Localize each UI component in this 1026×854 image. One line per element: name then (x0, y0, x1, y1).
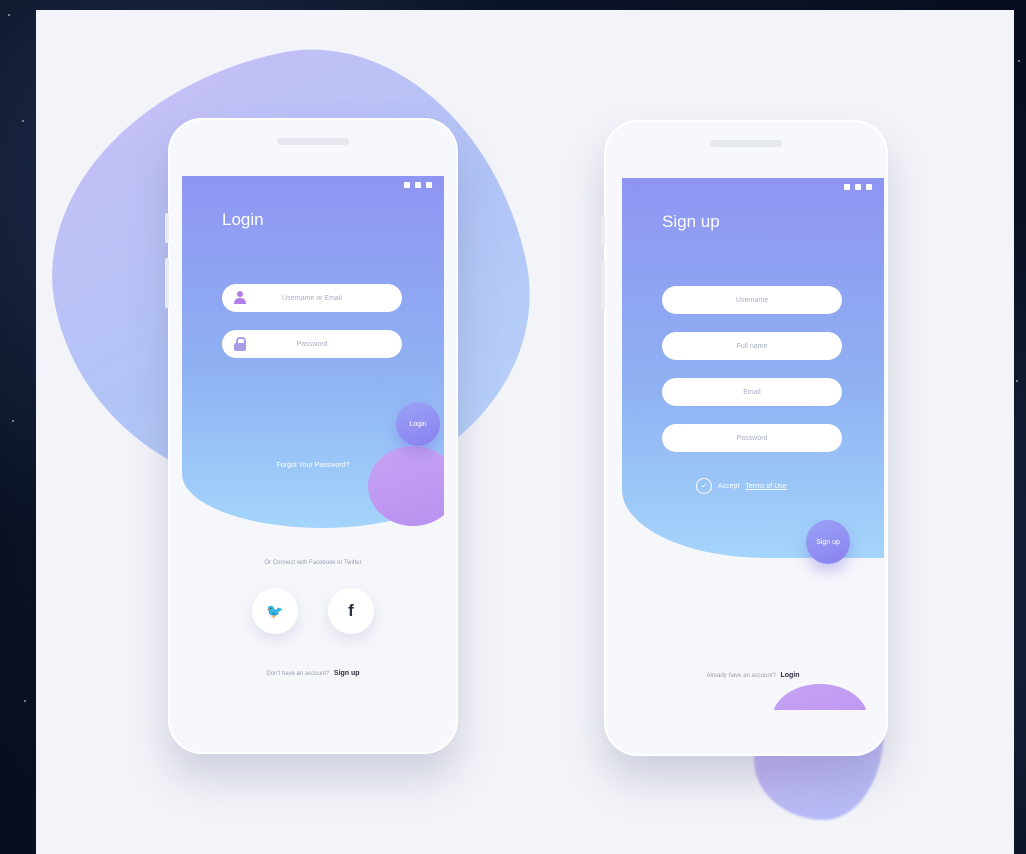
twitter-icon: 🐦 (266, 602, 284, 619)
login-prompt-text: Already have an account? (706, 673, 776, 679)
fullname-field[interactable]: Full name (662, 332, 842, 360)
phone-speaker (710, 140, 782, 147)
twitter-button[interactable]: 🐦 (252, 588, 298, 634)
phone-login: Login Username or Email Password Login F… (165, 118, 458, 754)
terms-of-use-link[interactable]: Terms of Use (745, 483, 786, 490)
purple-accent-shape (772, 684, 868, 710)
signup-button-label: Sign up (816, 538, 840, 546)
login-link[interactable]: Login (781, 672, 800, 679)
signup-header-gradient (622, 178, 884, 558)
fullname-placeholder: Full name (736, 342, 768, 350)
star (1018, 60, 1020, 62)
check-circle-icon[interactable]: ✓ (696, 478, 712, 494)
phone-side-button (165, 213, 169, 243)
signup-prompt: Don't have an account? Sign up (182, 670, 444, 677)
star (12, 420, 14, 422)
wifi-icon (404, 182, 410, 188)
login-button-label: Login (409, 420, 427, 428)
signup-screen: Sign up Username Full name Email Passwor… (622, 178, 884, 710)
phone-side-button (601, 215, 605, 245)
username-field[interactable]: Username or Email (222, 284, 402, 312)
login-button[interactable]: Login (396, 402, 440, 446)
password-field[interactable]: Password (222, 330, 402, 358)
signal-icon (415, 182, 421, 188)
facebook-icon: f (348, 601, 354, 620)
signal-icon (855, 184, 861, 190)
social-caption: Or Connect with Facebook or Twitter (264, 560, 362, 566)
signup-prompt-text: Don't have an account? (266, 671, 330, 677)
email-placeholder: Email (743, 388, 761, 396)
forgot-password-link[interactable]: Forgot Your Password? (182, 462, 444, 469)
wifi-icon (844, 184, 850, 190)
star (22, 120, 24, 122)
status-bar (844, 184, 872, 190)
signup-link[interactable]: Sign up (334, 670, 360, 677)
dribbble-shot-canvas: Login Username or Email Password Login F… (36, 10, 1014, 854)
star (8, 14, 10, 16)
star (24, 700, 26, 702)
email-field[interactable]: Email (662, 378, 842, 406)
login-title: Login (222, 210, 264, 229)
username-placeholder: Username (735, 296, 769, 304)
signup-title: Sign up (662, 212, 720, 231)
login-screen: Login Username or Email Password Login F… (182, 176, 444, 694)
battery-icon (866, 184, 872, 190)
accept-prefix: Accept (718, 482, 740, 490)
lock-icon (234, 337, 246, 351)
password-placeholder: Password (736, 434, 768, 442)
accept-terms[interactable]: ✓ Accept Terms of Use (696, 478, 787, 494)
login-prompt: Already have an account? Login (622, 672, 884, 679)
facebook-button[interactable]: f (328, 588, 374, 634)
phone-side-button (601, 260, 605, 310)
password-placeholder: Password (296, 340, 328, 348)
battery-icon (426, 182, 432, 188)
username-placeholder: Username or Email (282, 294, 342, 302)
star (1016, 380, 1018, 382)
username-field[interactable]: Username (662, 286, 842, 314)
phone-side-button (165, 258, 169, 308)
signup-button[interactable]: Sign up (806, 520, 850, 564)
phone-speaker (277, 138, 349, 145)
user-icon (234, 291, 246, 305)
password-field[interactable]: Password (662, 424, 842, 452)
phone-signup: Sign up Username Full name Email Passwor… (601, 120, 888, 756)
status-bar (404, 182, 432, 188)
